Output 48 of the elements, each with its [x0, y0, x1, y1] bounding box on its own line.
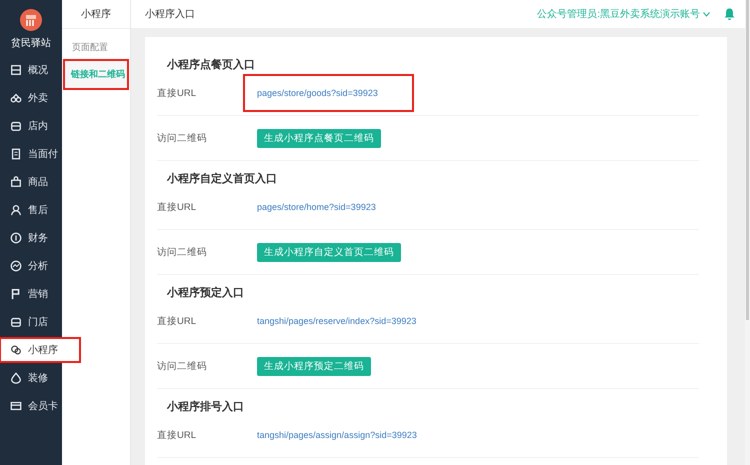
field-label: 直接URL [157, 86, 198, 100]
sidebar-item[interactable]: 概况 [0, 58, 62, 82]
section-title: 小程序自定义首页入口 [166, 172, 278, 187]
sidebar-item[interactable]: 当面付 [0, 142, 62, 166]
url-link[interactable]: tangshi/pages/reserve/index?sid=39923 [257, 310, 416, 332]
subnav-title: 小程序 [62, 0, 130, 29]
subnav-group-label: 页面配置 [71, 41, 109, 54]
store-logo-icon [20, 9, 42, 31]
field-label: 直接URL [157, 314, 198, 328]
sidebar-item[interactable]: 外卖 [0, 86, 62, 110]
url-link[interactable]: tangshi/pages/assign/assign?sid=39923 [257, 424, 417, 446]
store-name: 贫民驿站 [11, 36, 51, 50]
section-title: 小程序排号入口 [166, 400, 245, 415]
field-label: 直接URL [157, 200, 198, 214]
chart-icon [10, 260, 22, 272]
overview-icon [10, 64, 22, 76]
scrollbar-thumb[interactable] [746, 0, 749, 320]
person-icon [10, 204, 22, 216]
sidebar-item[interactable]: 财务 [0, 226, 62, 250]
sidebar-item[interactable]: 分析 [0, 254, 62, 278]
section-title: 小程序预定入口 [166, 286, 245, 301]
shop-icon [10, 316, 22, 328]
field-label: 直接URL [157, 428, 198, 442]
sidebar-item[interactable]: 商品 [0, 170, 62, 194]
sidebar-item[interactable]: 店内 [0, 114, 62, 138]
field-label: 访问二维码 [157, 246, 208, 258]
coin-icon [10, 232, 22, 244]
sidebar-item[interactable]: 会员卡 [0, 394, 62, 418]
section-title: 小程序点餐页入口 [166, 58, 256, 73]
field-label: 访问二维码 [157, 132, 208, 144]
url-link[interactable]: pages/store/home?sid=39923 [257, 196, 376, 218]
page-title: 小程序入口 [145, 8, 196, 21]
sidebar-item[interactable]: 售后 [0, 198, 62, 222]
sidebar-item[interactable]: 装修 [0, 366, 62, 390]
sidebar-item[interactable]: 营销 [0, 282, 62, 306]
chevron-down-icon [703, 12, 710, 16]
sidebar-item[interactable]: 门店 [0, 310, 62, 334]
bag-icon [10, 176, 22, 188]
field-label: 访问二维码 [157, 360, 208, 372]
card-icon [10, 400, 22, 412]
bell-icon[interactable] [724, 8, 735, 20]
url-link[interactable]: pages/store/goods?sid=39923 [245, 76, 412, 110]
flame-icon [10, 372, 22, 384]
shop-icon [10, 120, 22, 132]
document-icon [10, 148, 22, 160]
bicycle-icon [10, 92, 22, 104]
flag-icon [10, 288, 22, 300]
sidebar-item[interactable]: 小程序 [0, 338, 80, 362]
